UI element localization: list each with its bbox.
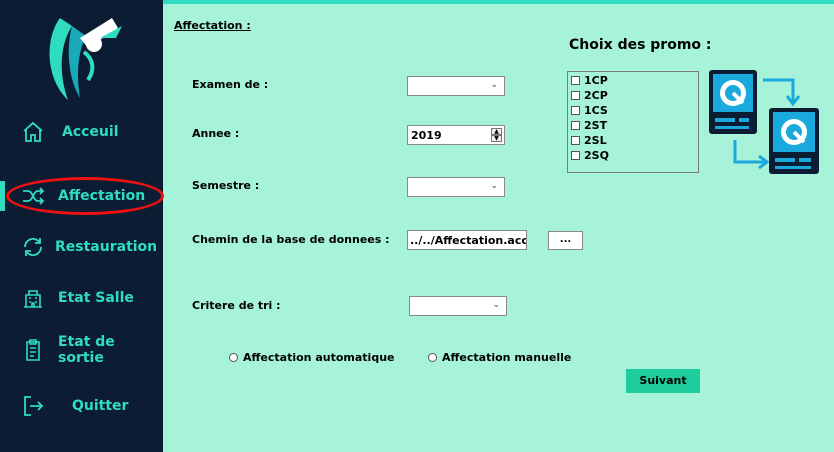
chevron-down-icon: ⌄ [490, 80, 498, 90]
building-icon [20, 285, 46, 311]
sidebar-item-etat-de-sortie[interactable]: Etat de sortie [0, 330, 163, 370]
database-sync-icon [709, 70, 819, 174]
checkbox[interactable] [571, 121, 580, 130]
exit-icon [20, 393, 46, 419]
promo-label: 2CP [584, 89, 608, 102]
promo-label: 2SQ [584, 149, 609, 162]
red-circle-highlight [6, 177, 164, 215]
chemin-input[interactable]: ../../Affectation.accdb [407, 230, 527, 250]
promo-item-1cp[interactable]: 1CP [568, 73, 698, 88]
sidebar-item-etat-salle[interactable]: Etat Salle [0, 278, 163, 318]
sidebar-item-label: Restauration [55, 239, 158, 255]
radio-label: Affectation manuelle [442, 351, 572, 364]
checkbox[interactable] [571, 106, 580, 115]
promo-item-1cs[interactable]: 1CS [568, 103, 698, 118]
checkbox[interactable] [571, 151, 580, 160]
examen-select[interactable]: ⌄ [407, 76, 505, 96]
spin-up-icon[interactable]: ▲ [491, 128, 502, 135]
chemin-label: Chemin de la base de donnees : [192, 233, 390, 246]
chevron-down-icon: ⌄ [490, 181, 498, 191]
promo-item-2sl[interactable]: 2SL [568, 133, 698, 148]
checkbox[interactable] [571, 91, 580, 100]
checkbox[interactable] [571, 136, 580, 145]
annee-stepper[interactable]: 2019 ▲ ▼ [407, 125, 505, 145]
app-logo [49, 18, 122, 100]
promo-title: Choix des promo : [569, 37, 712, 53]
radio-label: Affectation automatique [243, 351, 395, 364]
critere-label: Critere de tri : [192, 299, 281, 312]
spin-buttons[interactable]: ▲ ▼ [491, 128, 502, 142]
checkbox[interactable] [571, 76, 580, 85]
radio-affectation-manuelle[interactable]: Affectation manuelle [428, 351, 571, 364]
semestre-label: Semestre : [192, 179, 260, 192]
promo-label: 2ST [584, 119, 608, 132]
promo-listbox[interactable]: 1CP 2CP 1CS 2ST 2SL 2SQ [567, 71, 699, 173]
promo-item-2sq[interactable]: 2SQ [568, 148, 698, 163]
sidebar-item-label: Etat Salle [58, 290, 134, 306]
clipboard-icon [20, 337, 46, 363]
spin-down-icon[interactable]: ▼ [491, 135, 502, 142]
semestre-select[interactable]: ⌄ [407, 177, 505, 197]
browse-button[interactable]: ... [548, 231, 583, 250]
sidebar-item-label: Quitter [72, 398, 129, 414]
sidebar-item-label: Acceuil [62, 124, 119, 140]
sidebar-item-acceuil[interactable]: Acceuil [0, 112, 163, 152]
chevron-down-icon: ⌄ [492, 300, 500, 310]
home-icon [20, 119, 46, 145]
section-title: Affectation : [174, 19, 251, 32]
sidebar-item-quitter[interactable]: Quitter [0, 386, 163, 426]
examen-label: Examen de : [192, 78, 269, 91]
radio-affectation-automatique[interactable]: Affectation automatique [229, 351, 394, 364]
suivant-button[interactable]: Suivant [626, 369, 700, 393]
refresh-icon [20, 234, 46, 260]
promo-label: 2SL [584, 134, 607, 147]
promo-label: 1CS [584, 104, 608, 117]
sidebar: Acceuil Affectation Restauration Etat Sa… [0, 0, 164, 452]
promo-label: 1CP [584, 74, 608, 87]
critere-select[interactable]: ⌄ [409, 296, 507, 316]
promo-item-2st[interactable]: 2ST [568, 118, 698, 133]
sidebar-item-restauration[interactable]: Restauration [0, 227, 163, 267]
promo-item-2cp[interactable]: 2CP [568, 88, 698, 103]
radio-circle[interactable] [229, 353, 238, 362]
radio-circle[interactable] [428, 353, 437, 362]
sidebar-item-label: Etat de sortie [58, 334, 115, 366]
annee-value: 2019 [411, 129, 442, 142]
header-accent-line [163, 0, 834, 4]
annee-label: Annee : [192, 127, 240, 140]
